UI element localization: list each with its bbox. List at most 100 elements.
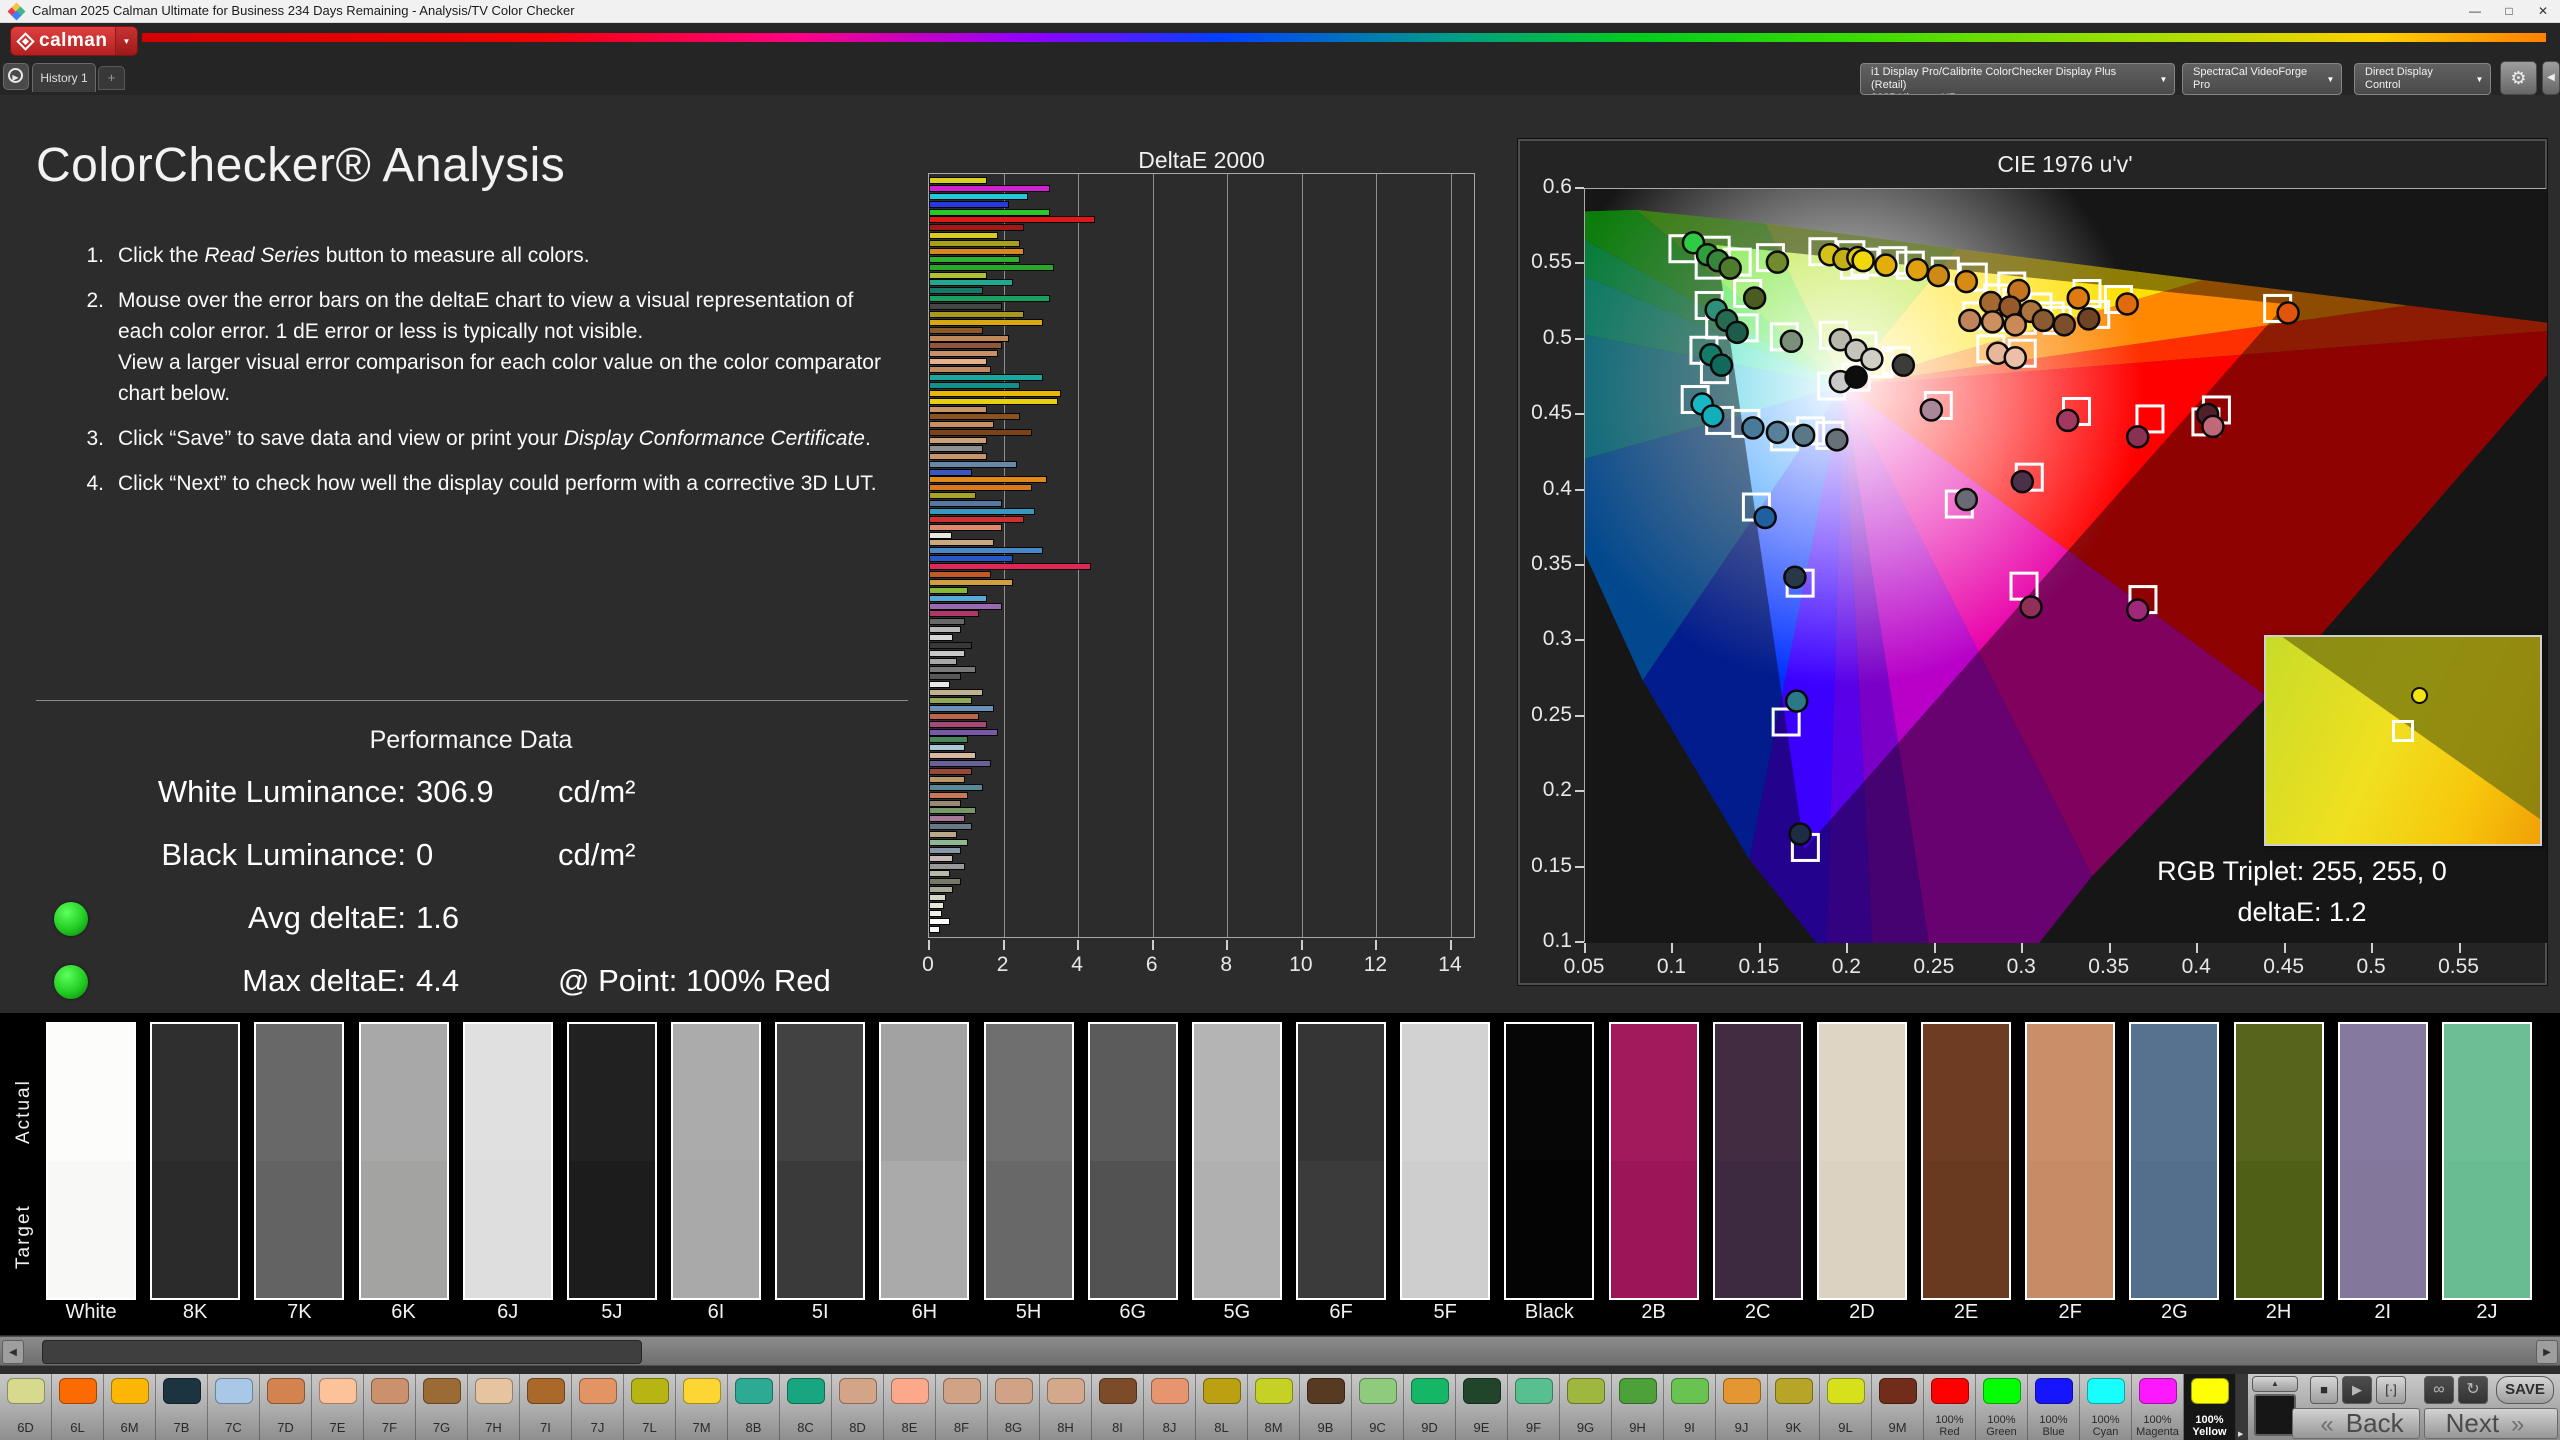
- chip-color: [111, 1378, 149, 1404]
- save-button[interactable]: SAVE: [2496, 1376, 2554, 1404]
- patch-chip-100-yellow[interactable]: 100% Yellow: [2184, 1374, 2236, 1440]
- comparator-swatch[interactable]: [1504, 1022, 1595, 1300]
- comparator-swatch[interactable]: [254, 1022, 345, 1300]
- patch-chip-7j[interactable]: 7J: [572, 1374, 624, 1440]
- next-button[interactable]: Next»: [2424, 1408, 2558, 1439]
- maximize-icon[interactable]: □: [2492, 0, 2526, 22]
- comparator-swatch[interactable]: [566, 1022, 657, 1300]
- patch-chip-100-blue[interactable]: 100% Blue: [2028, 1374, 2080, 1440]
- patch-chip-8h[interactable]: 8H: [1040, 1374, 1092, 1440]
- patch-chip-6l[interactable]: 6L: [52, 1374, 104, 1440]
- meter-dropdown[interactable]: i1 Display Pro/Calibrite ColorChecker Di…: [1860, 63, 2175, 95]
- patch-chip-7i[interactable]: 7I: [520, 1374, 572, 1440]
- patch-chip-6m[interactable]: 6M: [104, 1374, 156, 1440]
- horizontal-scrollbar[interactable]: ◀ ▶: [0, 1336, 2560, 1366]
- patch-chip-9i[interactable]: 9I: [1664, 1374, 1716, 1440]
- comparator-swatch[interactable]: [1608, 1022, 1699, 1300]
- patch-chip-7m[interactable]: 7M: [676, 1374, 728, 1440]
- patch-chip-7h[interactable]: 7H: [468, 1374, 520, 1440]
- minimize-icon[interactable]: —: [2458, 0, 2492, 22]
- display-control-dropdown[interactable]: Direct Display Control ▼: [2354, 63, 2491, 95]
- highlight-inset: [2264, 635, 2542, 846]
- inset-measured-point: [2411, 686, 2429, 704]
- collapse-panel-button[interactable]: ◀: [2542, 61, 2560, 95]
- comparator-swatch[interactable]: [1816, 1022, 1907, 1300]
- add-tab-button[interactable]: +: [98, 66, 125, 90]
- patch-chip-100-green[interactable]: 100% Green: [1976, 1374, 2028, 1440]
- settings-button[interactable]: ⚙: [2500, 61, 2537, 95]
- source-dropdown[interactable]: SpectraCal VideoForge Pro ▼: [2182, 63, 2342, 95]
- snapshot-button[interactable]: ▶: [3, 63, 29, 90]
- patch-chip-9j[interactable]: 9J: [1716, 1374, 1768, 1440]
- patch-chip-9e[interactable]: 9E: [1456, 1374, 1508, 1440]
- patch-chip-9k[interactable]: 9K: [1768, 1374, 1820, 1440]
- patch-chip-9c[interactable]: 9C: [1352, 1374, 1404, 1440]
- comparator-swatch[interactable]: [1191, 1022, 1282, 1300]
- patch-chip-9g[interactable]: 9G: [1560, 1374, 1612, 1440]
- close-icon[interactable]: ✕: [2526, 0, 2560, 22]
- comparator-swatch[interactable]: [2233, 1022, 2324, 1300]
- play-button[interactable]: ▶: [2342, 1376, 2372, 1404]
- loop-button[interactable]: ∞: [2424, 1376, 2454, 1404]
- comparator-swatch[interactable]: [462, 1022, 553, 1300]
- patch-chip-9b[interactable]: 9B: [1300, 1374, 1352, 1440]
- read-series-button[interactable]: [·]: [2376, 1376, 2406, 1404]
- comparator-swatch[interactable]: [46, 1022, 136, 1300]
- back-button[interactable]: «Back: [2292, 1408, 2420, 1439]
- patch-chip-7f[interactable]: 7F: [364, 1374, 416, 1440]
- scroll-right-icon[interactable]: ▶: [2536, 1340, 2558, 1364]
- patch-chip-8l[interactable]: 8L: [1196, 1374, 1248, 1440]
- display-status-indicator: [2356, 65, 2360, 93]
- patch-chip-7e[interactable]: 7E: [312, 1374, 364, 1440]
- patch-chip-8e[interactable]: 8E: [884, 1374, 936, 1440]
- comparator-swatch[interactable]: [2337, 1022, 2428, 1300]
- patch-chip-100-cyan[interactable]: 100% Cyan: [2080, 1374, 2132, 1440]
- patch-chip-8j[interactable]: 8J: [1144, 1374, 1196, 1440]
- expand-up-button[interactable]: ▲: [2252, 1376, 2298, 1392]
- comparator-swatch[interactable]: [983, 1022, 1074, 1300]
- patch-chip-8c[interactable]: 8C: [780, 1374, 832, 1440]
- comparator-swatch[interactable]: [2129, 1022, 2220, 1300]
- comparator-swatch[interactable]: [1296, 1022, 1387, 1300]
- scroll-left-icon[interactable]: ◀: [2, 1340, 24, 1364]
- patch-chip-6d[interactable]: 6D: [0, 1374, 52, 1440]
- comparator-swatch[interactable]: [775, 1022, 866, 1300]
- patch-chip-8f[interactable]: 8F: [936, 1374, 988, 1440]
- patch-chip-7l[interactable]: 7L: [624, 1374, 676, 1440]
- patch-chip-100-magenta[interactable]: 100% Magenta: [2132, 1374, 2184, 1440]
- refresh-button[interactable]: ↻: [2458, 1376, 2488, 1404]
- patch-chip-8d[interactable]: 8D: [832, 1374, 884, 1440]
- tab-history-1[interactable]: History 1: [32, 63, 96, 92]
- chip-scrollbar[interactable]: ▶: [2236, 1374, 2248, 1440]
- status-led-icon: [54, 902, 88, 936]
- patch-chip-8g[interactable]: 8G: [988, 1374, 1040, 1440]
- calman-menu-button[interactable]: calman ▼: [10, 26, 138, 56]
- measured-point: [1791, 423, 1816, 448]
- patch-chip-9h[interactable]: 9H: [1612, 1374, 1664, 1440]
- patch-chip-7g[interactable]: 7G: [416, 1374, 468, 1440]
- comparator-swatch[interactable]: [1921, 1022, 2012, 1300]
- comparator-swatch[interactable]: [671, 1022, 762, 1300]
- patch-chip-8i[interactable]: 8I: [1092, 1374, 1144, 1440]
- patch-chip-8m[interactable]: 8M: [1248, 1374, 1300, 1440]
- comparator-swatch[interactable]: [1712, 1022, 1803, 1300]
- stop-button[interactable]: ■: [2310, 1376, 2338, 1404]
- patch-chip-7d[interactable]: 7D: [260, 1374, 312, 1440]
- patch-chip-9l[interactable]: 9L: [1820, 1374, 1872, 1440]
- patch-chip-7b[interactable]: 7B: [156, 1374, 208, 1440]
- comparator-swatch[interactable]: [2441, 1022, 2532, 1300]
- comparator-swatch[interactable]: [150, 1022, 241, 1300]
- scrollbar-thumb[interactable]: [42, 1340, 642, 1364]
- comparator-swatch[interactable]: [2025, 1022, 2116, 1300]
- patch-chip-8b[interactable]: 8B: [728, 1374, 780, 1440]
- comparator-swatch[interactable]: [1087, 1022, 1178, 1300]
- comparator-swatch[interactable]: [879, 1022, 970, 1300]
- patch-chip-9m[interactable]: 9M: [1872, 1374, 1924, 1440]
- patch-chip-9d[interactable]: 9D: [1404, 1374, 1456, 1440]
- patch-chip-9f[interactable]: 9F: [1508, 1374, 1560, 1440]
- patch-chip-100-red[interactable]: 100% Red: [1924, 1374, 1976, 1440]
- patch-chip-7c[interactable]: 7C: [208, 1374, 260, 1440]
- chevron-down-icon: ▼: [2475, 75, 2484, 84]
- comparator-swatch[interactable]: [1400, 1022, 1491, 1300]
- comparator-swatch[interactable]: [358, 1022, 449, 1300]
